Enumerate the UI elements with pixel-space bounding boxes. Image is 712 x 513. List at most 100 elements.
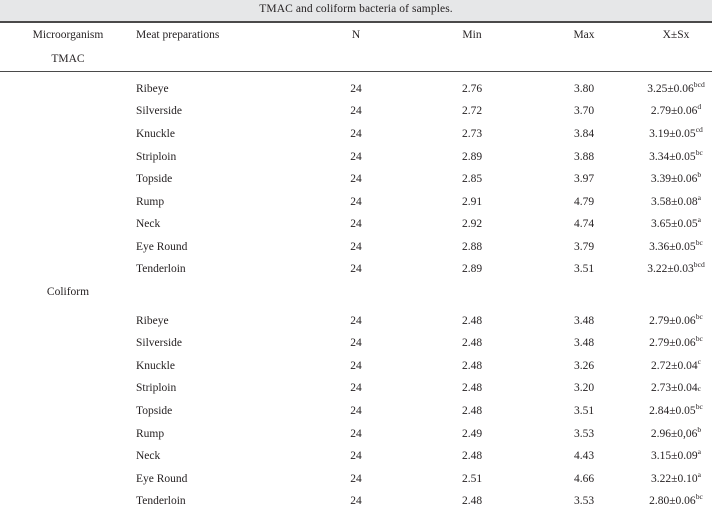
cell-mean-se: 3.34±0.05bc xyxy=(649,147,703,163)
table-row: Striploin 24 2.48 3.20 2.73±0.04c xyxy=(0,378,712,401)
significance-letter: cd xyxy=(695,125,703,135)
results-table: Microorganism Meat preparations N Min Ma… xyxy=(0,23,712,71)
cell-meat-preparation: Tenderloin xyxy=(136,263,186,276)
cell-max: 3.70 xyxy=(573,105,595,118)
cell-max: 3.80 xyxy=(573,82,595,95)
column-header-n: N xyxy=(351,28,361,41)
column-header-max: Max xyxy=(573,28,595,41)
cell-microorganism xyxy=(0,423,136,446)
cell-mean-se: 2.79±0.06bc xyxy=(649,311,703,327)
cell-n: 24 xyxy=(350,314,362,327)
empty-cell xyxy=(136,282,296,305)
cell-min: 2.48 xyxy=(461,382,483,395)
table-row: Topside 24 2.85 3.97 3.39±0.06b xyxy=(0,169,712,192)
cell-min: 2.73 xyxy=(461,127,483,140)
cell-min: 2.48 xyxy=(461,359,483,372)
empty-cell xyxy=(296,282,416,305)
cell-n: 24 xyxy=(350,382,362,395)
cell-min: 2.48 xyxy=(461,405,483,418)
cell-meat-preparation: Striploin xyxy=(136,150,177,163)
cell-microorganism xyxy=(0,446,136,469)
table-row: Striploin 24 2.89 3.88 3.34±0.05bc xyxy=(0,146,712,169)
cell-min: 2.92 xyxy=(461,218,483,231)
cell-microorganism xyxy=(0,468,136,491)
cell-mean-se: 2.73±0.04c xyxy=(651,382,701,395)
cell-meat-preparation: Topside xyxy=(136,173,173,186)
cell-min: 2.91 xyxy=(461,195,483,208)
cell-n: 24 xyxy=(350,218,362,231)
cell-mean-se: 3.15±0.09a xyxy=(651,447,701,463)
table-caption-band: TMAC and coliform bacteria of samples. xyxy=(0,0,712,21)
data-table-figure: TMAC and coliform bacteria of samples. M… xyxy=(0,0,712,513)
significance-letter: bc xyxy=(695,402,703,412)
cell-mean-se: 2.79±0.06d xyxy=(650,102,702,118)
cell-meat-preparation: Rump xyxy=(136,195,165,208)
cell-microorganism xyxy=(0,378,136,401)
table-row: Neck 24 2.92 4.74 3.65±0.05a xyxy=(0,214,712,237)
cell-max: 4.79 xyxy=(573,195,595,208)
cell-meat-preparation: Ribeye xyxy=(136,314,169,327)
cell-mean-se: 2.84±0.05bc xyxy=(649,402,703,418)
table-row: Eye Round 24 2.88 3.79 3.36±0.05bc xyxy=(0,236,712,259)
cell-min: 2.89 xyxy=(461,150,483,163)
table-row: Silverside 24 2.48 3.48 2.79±0.06bc xyxy=(0,333,712,356)
significance-letter: bcd xyxy=(693,260,705,270)
table-row: Ribeye 24 2.48 3.48 2.79±0.06bc xyxy=(0,310,712,333)
cell-max: 3.84 xyxy=(573,127,595,140)
table-row: Rump 24 2.49 3.53 2.96±0,06b xyxy=(0,423,712,446)
cell-n: 24 xyxy=(350,337,362,350)
cell-max: 3.26 xyxy=(573,359,595,372)
cell-n: 24 xyxy=(350,405,362,418)
cell-n: 24 xyxy=(350,82,362,95)
cell-min: 2.72 xyxy=(461,105,483,118)
table-caption: TMAC and coliform bacteria of samples. xyxy=(259,3,453,16)
table-row: Eye Round 24 2.51 4.66 3.22±0.10a xyxy=(0,468,712,491)
cell-microorganism xyxy=(0,310,136,333)
table-row: Knuckle 24 2.48 3.26 2.72±0.04c xyxy=(0,355,712,378)
cell-min: 2.49 xyxy=(461,427,483,440)
cell-microorganism xyxy=(0,123,136,146)
cell-meat-preparation: Silverside xyxy=(136,337,182,350)
significance-letter: c xyxy=(697,384,701,394)
cell-max: 3.51 xyxy=(573,263,595,276)
cell-microorganism xyxy=(0,333,136,356)
cell-max: 3.51 xyxy=(573,405,595,418)
significance-letter: bc xyxy=(695,311,703,321)
cell-mean-se: 3.65±0.05a xyxy=(651,215,701,231)
cell-min: 2.48 xyxy=(461,337,483,350)
cell-min: 2.48 xyxy=(461,450,483,463)
column-header-meat-preparations: Meat preparations xyxy=(136,28,220,41)
cell-max: 3.97 xyxy=(573,173,595,186)
cell-max: 4.43 xyxy=(573,450,595,463)
cell-min: 2.76 xyxy=(461,82,483,95)
cell-min: 2.88 xyxy=(461,240,483,253)
cell-meat-preparation: Striploin xyxy=(136,382,177,395)
results-table-body: Ribeye 24 2.76 3.80 3.25±0.06bcd Silverside 24… xyxy=(0,72,712,513)
significance-letter: a xyxy=(697,192,701,202)
cell-mean-se: 2.79±0.06bc xyxy=(649,334,703,350)
cell-min: 2.51 xyxy=(461,472,483,485)
cell-n: 24 xyxy=(350,359,362,372)
cell-n: 24 xyxy=(350,427,362,440)
group-label-tmac: TMAC xyxy=(51,52,85,65)
table-body: Microorganism Meat preparations N Min Ma… xyxy=(0,23,712,71)
cell-max: 3.88 xyxy=(573,150,595,163)
cell-max: 3.48 xyxy=(573,337,595,350)
cell-max: 3.48 xyxy=(573,314,595,327)
table-row: Silverside 24 2.72 3.70 2.79±0.06d xyxy=(0,101,712,124)
cell-microorganism xyxy=(0,236,136,259)
table-row: Tenderloin 24 2.89 3.51 3.22±0.03bcd xyxy=(0,259,712,282)
cell-max: 3.79 xyxy=(573,240,595,253)
empty-cell xyxy=(416,282,528,305)
significance-letter: a xyxy=(697,470,701,479)
cell-n: 24 xyxy=(350,150,362,163)
cell-mean-se: 3.36±0.05bc xyxy=(649,238,703,253)
cell-min: 2.89 xyxy=(461,263,483,276)
cell-meat-preparation: Ribeye xyxy=(136,82,169,95)
group-header-row-coliform: Coliform xyxy=(0,282,712,305)
cell-max: 4.74 xyxy=(573,218,595,231)
group-label-coliform: Coliform xyxy=(46,286,90,299)
column-header-min: Min xyxy=(462,28,482,41)
cell-min: 2.85 xyxy=(461,173,483,186)
cell-mean-se: 2.72±0.04c xyxy=(651,357,701,372)
